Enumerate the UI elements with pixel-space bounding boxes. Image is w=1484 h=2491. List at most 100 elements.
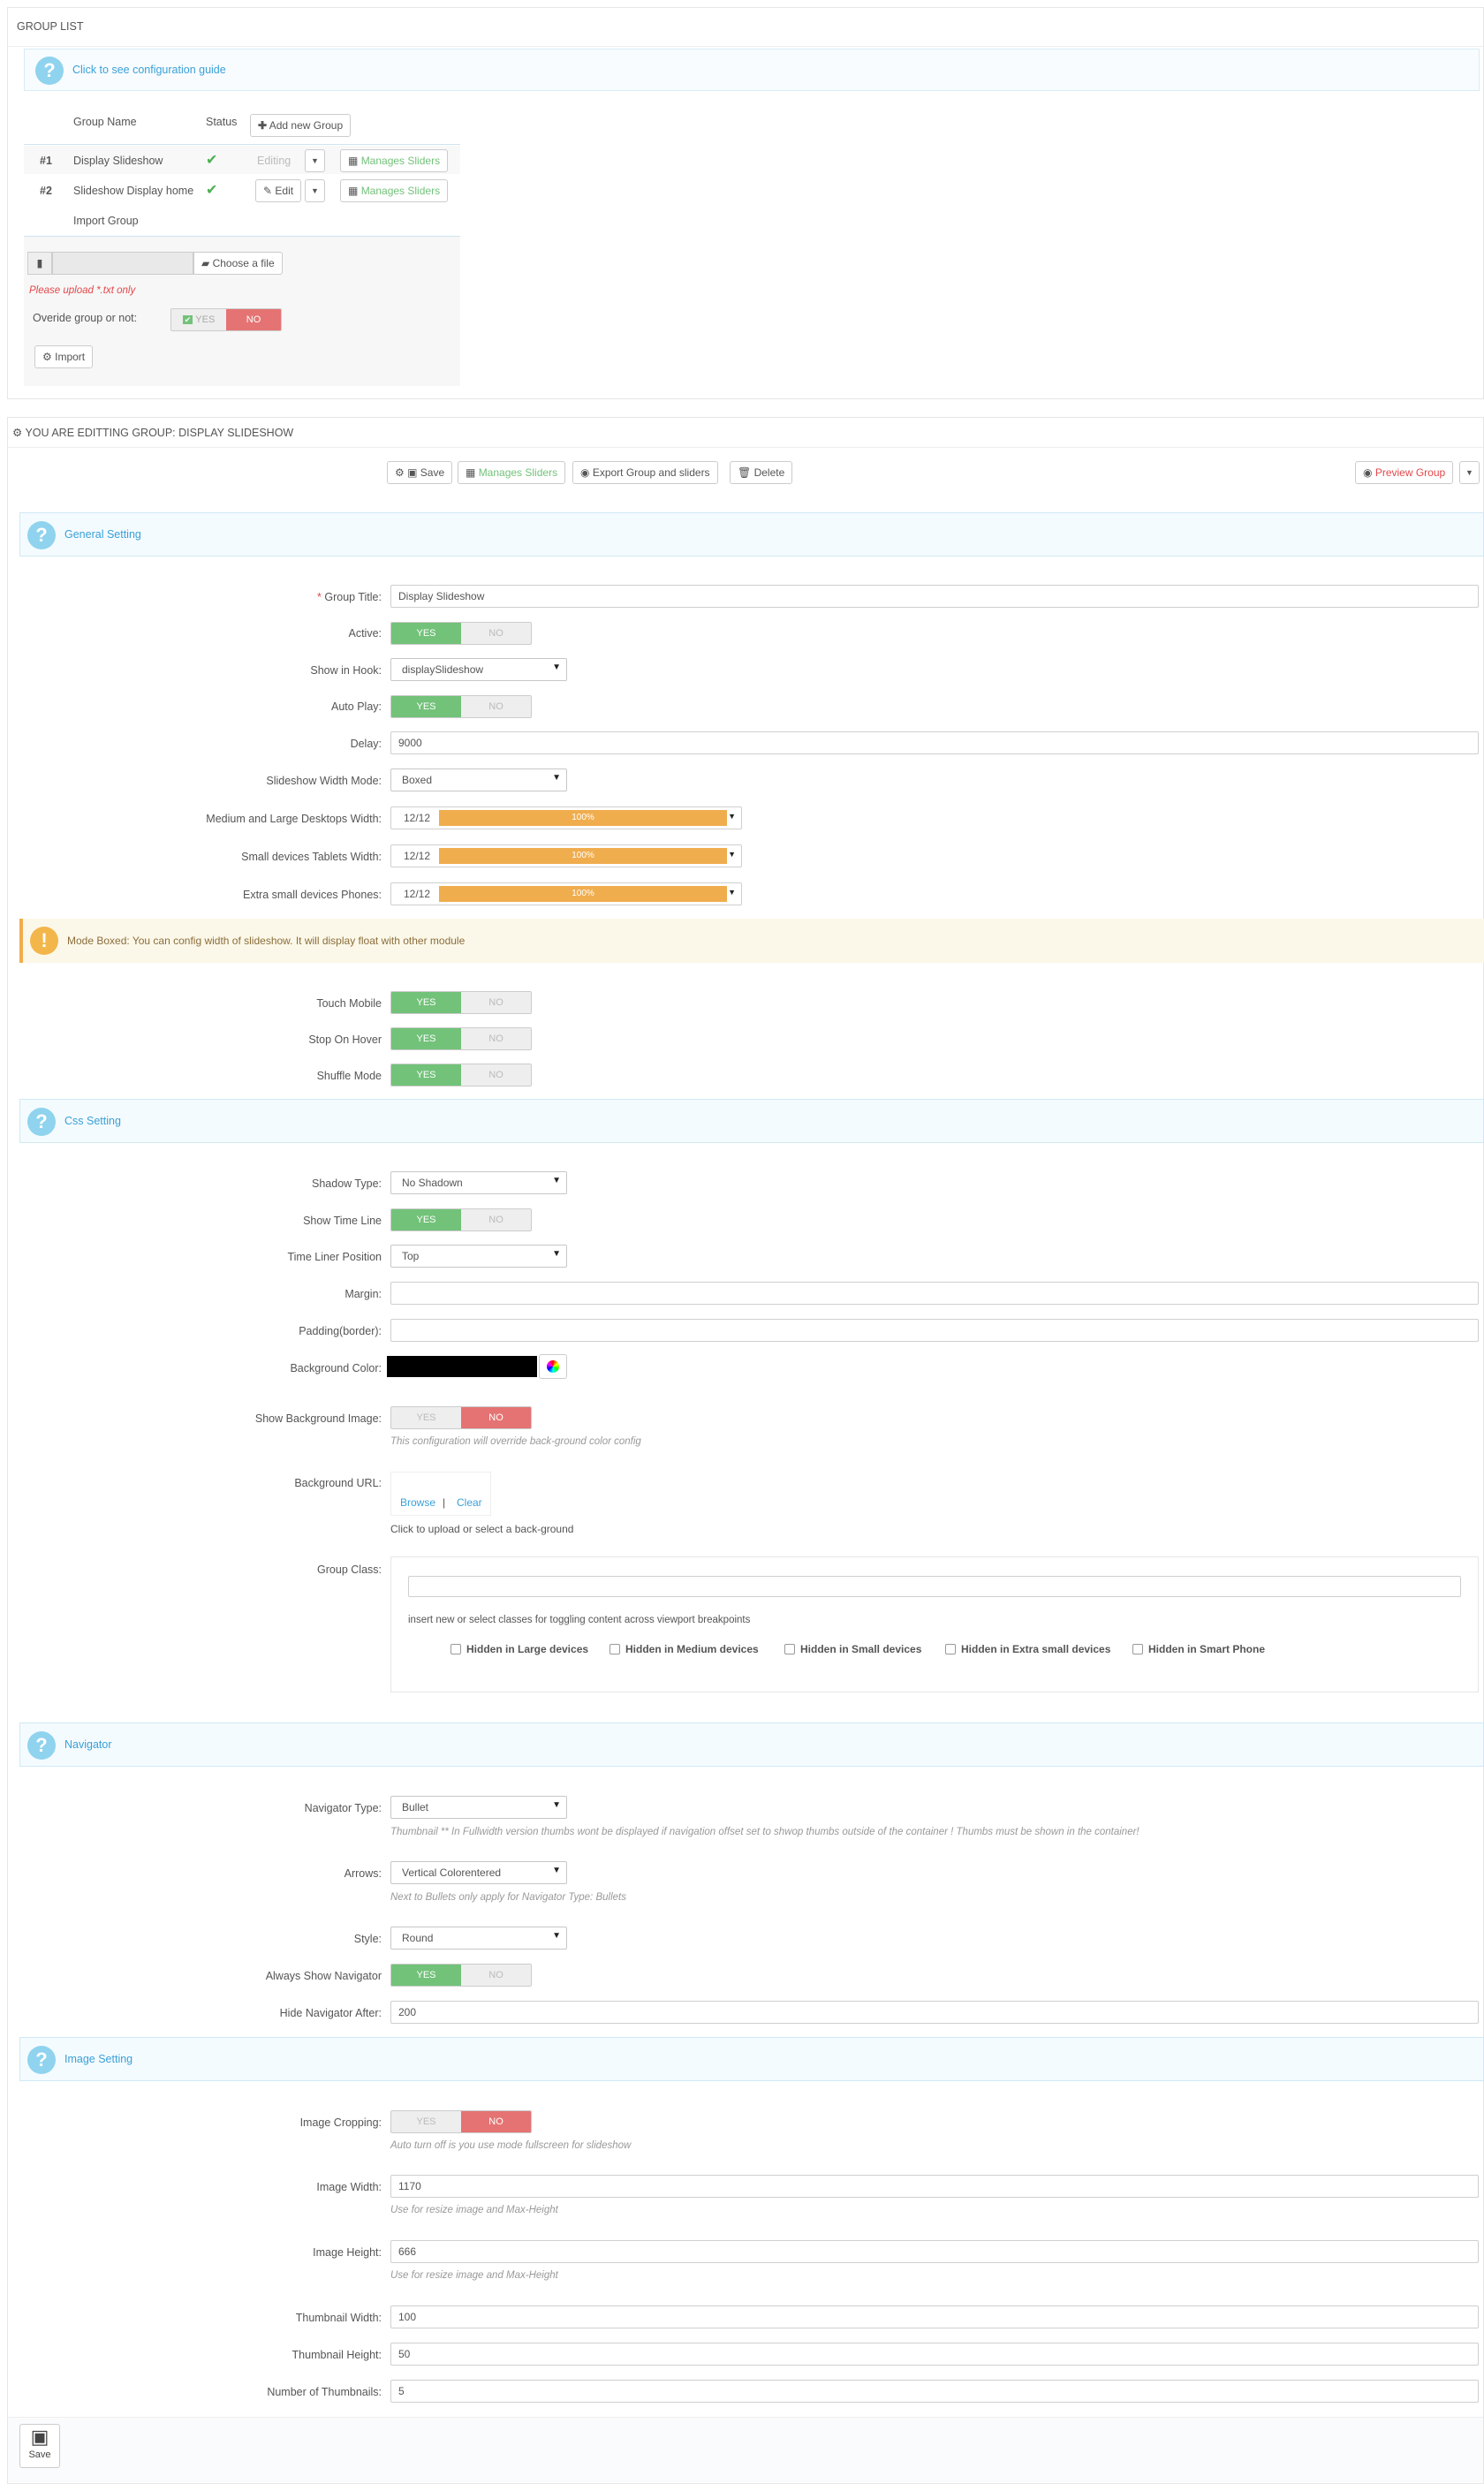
image-width-input[interactable]: 1170 bbox=[390, 2175, 1479, 2198]
toggle-yes[interactable]: YES bbox=[391, 1028, 461, 1049]
toggle-yes[interactable]: YES bbox=[391, 1064, 461, 1086]
always-show-toggle[interactable]: YES NO bbox=[390, 1964, 532, 1987]
toggle-yes[interactable]: YES bbox=[391, 696, 461, 717]
footer-save-button[interactable]: ▣ Save bbox=[19, 2424, 60, 2468]
checkbox-medium[interactable]: Hidden in Medium devices bbox=[610, 1643, 759, 1655]
link-separator: | bbox=[443, 1496, 446, 1509]
warning-icon: ! bbox=[30, 927, 58, 955]
shuffle-toggle[interactable]: YES NO bbox=[390, 1064, 532, 1086]
toggle-yes[interactable]: YES bbox=[391, 1965, 461, 1986]
margin-input[interactable] bbox=[390, 1282, 1479, 1305]
edit-group-button[interactable]: ✎ Edit bbox=[255, 179, 302, 202]
file-path-input[interactable] bbox=[52, 252, 193, 275]
config-guide-bar[interactable]: ? Click to see configuration guide bbox=[24, 49, 1480, 91]
toggle-yes[interactable]: YES bbox=[391, 2111, 461, 2132]
checkbox-large[interactable]: Hidden in Large devices bbox=[450, 1643, 588, 1655]
caret-down-icon: ▼ bbox=[552, 1176, 561, 1185]
row-name: Slideshow Display home bbox=[73, 185, 194, 197]
save-group-button[interactable]: ⚙ ▣ Save bbox=[387, 461, 453, 484]
group-class-input[interactable] bbox=[408, 1576, 1461, 1597]
export-button[interactable]: ◉ Export Group and sliders bbox=[572, 461, 718, 484]
browse-link[interactable]: Browse bbox=[400, 1496, 435, 1509]
col-status: Status bbox=[206, 116, 238, 128]
hide-after-input[interactable]: 200 bbox=[390, 2001, 1479, 2024]
style-select[interactable]: Round ▼ bbox=[390, 1927, 567, 1950]
toggle-no[interactable]: NO bbox=[461, 696, 531, 717]
arrows-select[interactable]: Vertical Colorentered ▼ bbox=[390, 1861, 567, 1884]
active-toggle[interactable]: YES NO bbox=[390, 622, 532, 645]
show-bg-hint: This configuration will override back-gr… bbox=[390, 1436, 641, 1447]
color-wheel-icon bbox=[547, 1360, 559, 1373]
width-mode-select[interactable]: Boxed ▼ bbox=[390, 768, 567, 791]
preview-group-button[interactable]: ◉ Preview Group bbox=[1355, 461, 1454, 484]
image-height-hint: Use for resize image and Max-Height bbox=[390, 2270, 558, 2281]
checkbox-smart-phone[interactable]: Hidden in Smart Phone bbox=[1132, 1643, 1265, 1655]
delay-input[interactable]: 9000 bbox=[390, 731, 1479, 754]
row-name: Display Slideshow bbox=[73, 155, 163, 167]
toggle-no[interactable]: NO bbox=[461, 623, 531, 644]
sm-width-select[interactable]: 12/12 100% ▼ bbox=[390, 844, 742, 867]
section-css: ? Css Setting bbox=[19, 1099, 1484, 1143]
checkbox-small[interactable]: Hidden in Small devices bbox=[784, 1643, 921, 1655]
delay-label: Delay: bbox=[350, 738, 382, 750]
touch-toggle[interactable]: YES NO bbox=[390, 991, 532, 1014]
bgcolor-swatch[interactable] bbox=[387, 1356, 537, 1377]
toggle-no[interactable]: NO bbox=[226, 309, 281, 330]
always-show-label: Always Show Navigator bbox=[265, 1970, 382, 1982]
crop-toggle[interactable]: YES NO bbox=[390, 2110, 532, 2133]
timeliner-select[interactable]: Top ▼ bbox=[390, 1245, 567, 1268]
hover-toggle[interactable]: YES NO bbox=[390, 1027, 532, 1050]
toggle-no[interactable]: NO bbox=[461, 1064, 531, 1086]
thumb-width-input[interactable]: 100 bbox=[390, 2306, 1479, 2328]
toggle-no[interactable]: NO bbox=[461, 1028, 531, 1049]
group-list-panel: GROUP LIST ? Click to see configuration … bbox=[7, 7, 1484, 399]
upload-warning: Please upload *.txt only bbox=[29, 285, 136, 296]
thumb-height-input[interactable]: 50 bbox=[390, 2343, 1479, 2366]
choose-file-button[interactable]: ▰ Choose a file bbox=[193, 252, 283, 275]
toggle-yes[interactable]: YES bbox=[391, 1209, 461, 1230]
manage-sliders-button[interactable]: ▦ Manages Sliders bbox=[340, 179, 449, 202]
md-width-label: Medium and Large Desktops Width: bbox=[206, 813, 382, 825]
padding-input[interactable] bbox=[390, 1319, 1479, 1342]
bg-url-hint: Click to upload or select a back-ground bbox=[390, 1523, 574, 1535]
preview-dropdown-button[interactable]: ▼ bbox=[1459, 461, 1480, 484]
add-group-button[interactable]: ✚ Add new Group bbox=[250, 114, 352, 137]
import-button[interactable]: ⚙ Import bbox=[34, 345, 94, 368]
checkbox-extra-small[interactable]: Hidden in Extra small devices bbox=[945, 1643, 1110, 1655]
nav-type-select[interactable]: Bullet ▼ bbox=[390, 1796, 567, 1819]
group-class-label: Group Class: bbox=[317, 1564, 382, 1576]
boxed-warning-text: Mode Boxed: You can config width of slid… bbox=[67, 935, 466, 947]
row-dropdown-button[interactable]: ▼ bbox=[305, 149, 325, 172]
manage-sliders-button[interactable]: ▦ Manages Sliders bbox=[340, 149, 449, 172]
shadow-select[interactable]: No Shadown ▼ bbox=[390, 1171, 567, 1194]
toggle-yes[interactable]: YES bbox=[391, 623, 461, 644]
toggle-yes[interactable]: YES bbox=[391, 1407, 461, 1428]
toggle-yes[interactable]: ✔ YES bbox=[171, 309, 226, 330]
toggle-yes[interactable]: YES bbox=[391, 992, 461, 1013]
table-divider bbox=[24, 144, 460, 145]
toggle-no[interactable]: NO bbox=[461, 992, 531, 1013]
thumb-number-input[interactable]: 5 bbox=[390, 2380, 1479, 2403]
image-height-input[interactable]: 666 bbox=[390, 2240, 1479, 2263]
config-guide-link[interactable]: Click to see configuration guide bbox=[72, 64, 226, 76]
nav-type-hint: Thumbnail ** In Fullwidth version thumbs… bbox=[390, 1827, 1140, 1837]
timeline-toggle[interactable]: YES NO bbox=[390, 1208, 532, 1231]
color-picker-button[interactable] bbox=[539, 1354, 567, 1379]
xs-width-label: Extra small devices Phones: bbox=[242, 889, 382, 901]
toggle-no[interactable]: NO bbox=[461, 1965, 531, 1986]
group-title-input[interactable]: Display Slideshow bbox=[390, 585, 1479, 608]
folder-icon: ▰ bbox=[201, 257, 210, 269]
toggle-no[interactable]: NO bbox=[461, 1209, 531, 1230]
clear-link[interactable]: Clear bbox=[457, 1496, 482, 1509]
hook-select[interactable]: displaySlideshow ▼ bbox=[390, 658, 567, 681]
toggle-no[interactable]: NO bbox=[461, 1407, 531, 1428]
row-dropdown-button[interactable]: ▼ bbox=[305, 179, 325, 202]
manage-sliders-button[interactable]: ▦ Manages Sliders bbox=[458, 461, 566, 484]
autoplay-toggle[interactable]: YES NO bbox=[390, 695, 532, 718]
delete-button[interactable]: 🗑 Delete bbox=[730, 461, 793, 484]
xs-width-select[interactable]: 12/12 100% ▼ bbox=[390, 882, 742, 905]
toggle-no[interactable]: NO bbox=[461, 2111, 531, 2132]
override-toggle[interactable]: ✔ YES NO bbox=[170, 308, 282, 331]
show-bg-toggle[interactable]: YES NO bbox=[390, 1406, 532, 1429]
md-width-select[interactable]: 12/12 100% ▼ bbox=[390, 806, 742, 829]
